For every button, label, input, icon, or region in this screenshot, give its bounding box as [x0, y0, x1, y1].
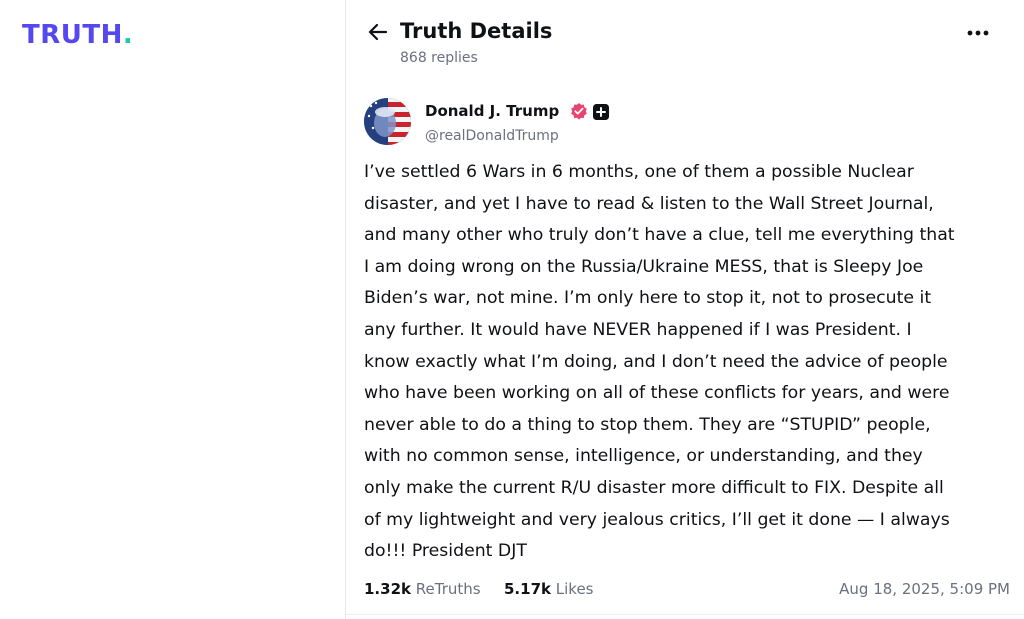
retruths-count: 1.32k	[364, 580, 411, 598]
more-options-button[interactable]	[964, 22, 992, 44]
retruths-label: ReTruths	[415, 580, 481, 598]
back-button[interactable]	[366, 20, 390, 44]
author-name[interactable]: Donald J. Trump	[425, 101, 559, 121]
plus-badge-icon	[593, 104, 609, 120]
truth-logo[interactable]: TRUTH.	[22, 20, 133, 50]
likes-stat[interactable]: 5.17k Likes	[504, 577, 594, 601]
likes-label: Likes	[555, 580, 594, 598]
post-timestamp[interactable]: Aug 18, 2025, 5:09 PM	[839, 577, 1010, 601]
more-horizontal-icon	[967, 30, 989, 36]
likes-count: 5.17k	[504, 580, 551, 598]
replies-count: 868 replies	[400, 50, 478, 66]
divider	[346, 614, 1024, 615]
avatar-image	[364, 98, 411, 145]
post-text: I’ve settled 6 Wars in 6 months, one of …	[364, 162, 955, 562]
post-stats: 1.32k ReTruths 5.17k Likes Aug 18, 2025,…	[364, 577, 1012, 601]
sidebar: TRUTH.	[0, 0, 346, 619]
post-author: Donald J. Trump @realDonaldTrump	[364, 98, 1004, 150]
retruths-stat[interactable]: 1.32k ReTruths	[364, 577, 481, 601]
author-handle[interactable]: @realDonaldTrump	[425, 126, 559, 146]
logo-dot: .	[122, 20, 134, 50]
page-header: Truth Details 868 replies	[346, 0, 1024, 80]
arrow-left-icon	[368, 23, 388, 41]
avatar[interactable]	[364, 98, 411, 145]
page-title: Truth Details	[400, 19, 553, 43]
main-column: Truth Details 868 replies Donald J. Trum…	[346, 0, 1024, 619]
logo-text: TRUTH	[22, 20, 123, 50]
verified-badge-icon	[570, 102, 588, 120]
